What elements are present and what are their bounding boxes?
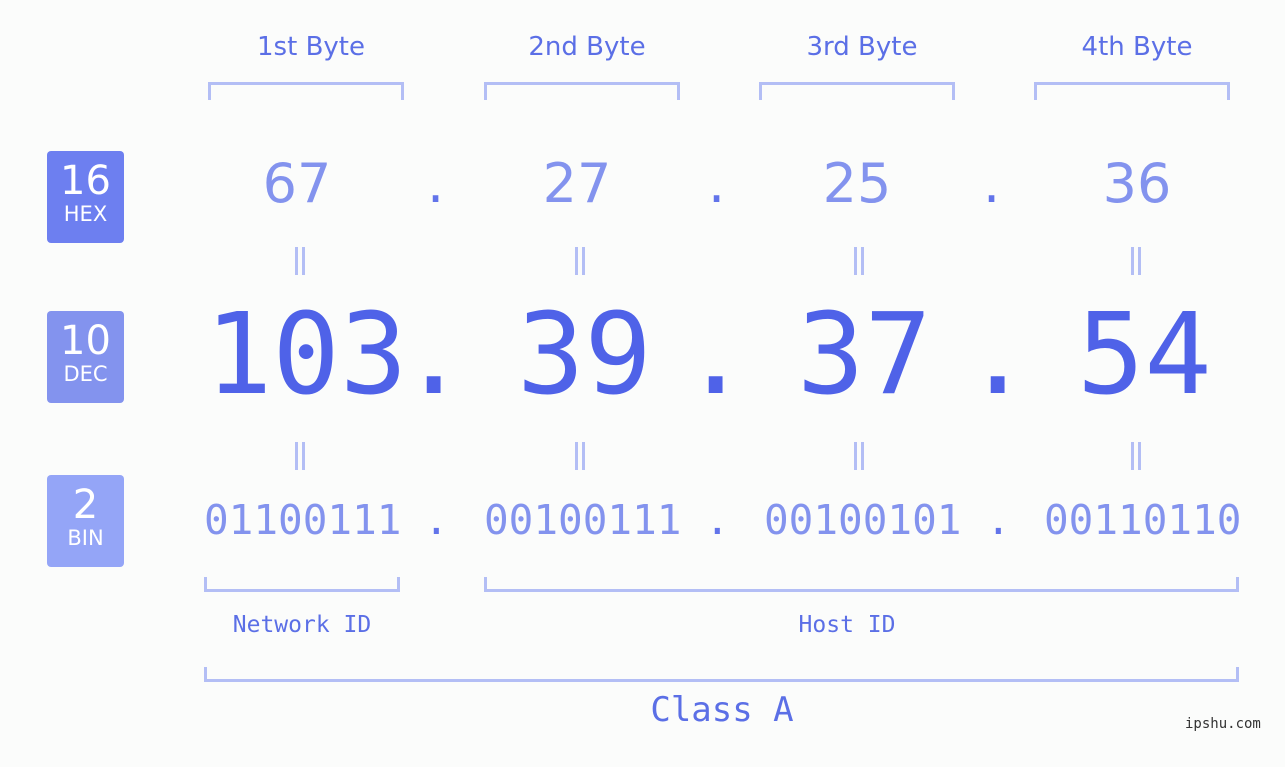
hex-byte-3: 25 bbox=[822, 152, 892, 215]
dec-dot-2: . bbox=[682, 290, 750, 420]
dec-badge-number: 10 bbox=[60, 318, 111, 364]
dec-badge-label: DEC bbox=[63, 362, 108, 386]
host-id-label: Host ID bbox=[798, 612, 896, 638]
network-id-label: Network ID bbox=[232, 612, 372, 638]
hex-byte-1: 67 bbox=[262, 152, 332, 215]
equals-icon bbox=[1126, 442, 1146, 472]
hex-badge-label: HEX bbox=[63, 202, 108, 226]
byte-bracket-4 bbox=[1034, 82, 1230, 100]
byte-bracket-1 bbox=[208, 82, 404, 100]
dec-byte-2: 39 bbox=[517, 290, 652, 420]
equals-icon bbox=[849, 247, 869, 277]
dec-badge: 10 DEC bbox=[47, 311, 124, 403]
byte-header-4: 4th Byte bbox=[1081, 32, 1193, 62]
byte-header-1: 1st Byte bbox=[257, 32, 365, 62]
byte-bracket-2 bbox=[484, 82, 680, 100]
bin-dot-3: . bbox=[986, 496, 1011, 544]
byte-bracket-3 bbox=[759, 82, 955, 100]
host-id-bracket bbox=[484, 577, 1239, 592]
watermark: ipshu.com bbox=[1185, 716, 1261, 732]
bin-byte-4: 00110110 bbox=[1044, 496, 1242, 544]
bin-badge: 2 BIN bbox=[47, 475, 124, 567]
hex-dot-1: . bbox=[427, 152, 445, 215]
bin-byte-2: 00100111 bbox=[484, 496, 682, 544]
dec-byte-3: 37 bbox=[797, 290, 932, 420]
byte-header-3: 3rd Byte bbox=[806, 32, 918, 62]
bin-badge-number: 2 bbox=[72, 482, 99, 528]
class-bracket bbox=[204, 667, 1239, 682]
equals-icon bbox=[849, 442, 869, 472]
equals-icon bbox=[290, 442, 310, 472]
dec-dot-1: . bbox=[400, 290, 468, 420]
dec-dot-3: . bbox=[964, 290, 1032, 420]
equals-icon bbox=[570, 442, 590, 472]
dec-byte-4: 54 bbox=[1077, 290, 1212, 420]
class-label: Class A bbox=[650, 690, 794, 730]
equals-icon bbox=[290, 247, 310, 277]
equals-icon bbox=[1126, 247, 1146, 277]
hex-dot-3: . bbox=[983, 152, 1001, 215]
hex-dot-2: . bbox=[708, 152, 726, 215]
hex-byte-4: 36 bbox=[1102, 152, 1172, 215]
network-id-bracket bbox=[204, 577, 400, 592]
dec-byte-1: 103 bbox=[205, 290, 408, 420]
hex-byte-2: 27 bbox=[542, 152, 612, 215]
byte-header-2: 2nd Byte bbox=[528, 32, 646, 62]
hex-badge: 16 HEX bbox=[47, 151, 124, 243]
hex-badge-number: 16 bbox=[60, 158, 111, 204]
bin-badge-label: BIN bbox=[67, 526, 104, 550]
bin-byte-1: 01100111 bbox=[204, 496, 402, 544]
equals-icon bbox=[570, 247, 590, 277]
bin-dot-1: . bbox=[424, 496, 449, 544]
bin-byte-3: 00100101 bbox=[764, 496, 962, 544]
bin-dot-2: . bbox=[705, 496, 730, 544]
